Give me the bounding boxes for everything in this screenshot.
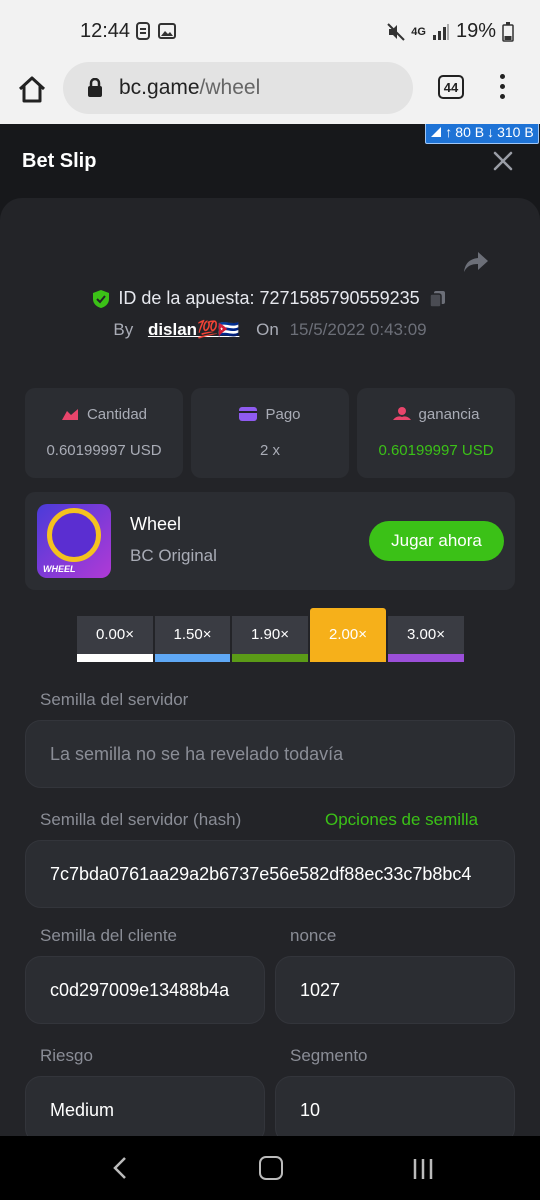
multiplier-label: 0.00× — [96, 626, 134, 643]
url-path: /wheel — [199, 76, 261, 99]
battery-icon — [502, 21, 514, 42]
download-arrow-icon: ↓ — [487, 124, 495, 140]
browser-toolbar: bc.game/wheel 44 — [0, 62, 540, 124]
signal-icon — [432, 23, 449, 40]
server-hash-label: Semilla del servidor (hash) — [40, 810, 242, 829]
server-seed-label: Semilla del servidor — [40, 690, 189, 709]
notification-icon — [136, 22, 150, 40]
server-seed-field[interactable] — [25, 720, 515, 788]
risk-label: Riesgo — [40, 1046, 93, 1065]
address-bar[interactable]: bc.game/wheel — [63, 62, 413, 114]
home-icon[interactable] — [16, 74, 48, 106]
stat-cantidad: Cantidad 0.60199997 USD — [25, 388, 183, 478]
stat-label: Cantidad — [86, 406, 148, 423]
seed-options-link[interactable]: Opciones de semilla — [325, 810, 478, 830]
game-name: Wheel — [130, 514, 182, 534]
home-nav-icon[interactable] — [259, 1156, 283, 1180]
url-text: bc.game/wheel — [119, 76, 260, 100]
copy-icon[interactable] — [428, 289, 448, 309]
bet-slip-title: Bet Slip — [22, 150, 97, 172]
status-right: 4G 19% — [387, 20, 514, 43]
lock-icon — [88, 78, 102, 97]
multiplier-tab[interactable]: 1.50× — [155, 616, 230, 662]
server-hash-field[interactable] — [25, 840, 515, 908]
multiplier-color-bar — [77, 654, 153, 662]
on-label: On — [256, 320, 279, 339]
status-bar: 12:44 4G 19% — [0, 0, 540, 62]
recent-apps-icon[interactable] — [412, 1158, 434, 1180]
multiplier-label: 3.00× — [407, 626, 445, 643]
client-seed-input[interactable] — [26, 957, 264, 1023]
more-menu-icon[interactable] — [496, 74, 508, 104]
segment-label: Segmento — [290, 1046, 368, 1065]
tab-switcher-button[interactable]: 44 — [438, 75, 464, 99]
profit-hand-icon — [392, 407, 411, 420]
stat-ganancia: ganancia 0.60199997 USD — [357, 388, 515, 478]
risk-field[interactable] — [25, 1076, 265, 1136]
game-info-row: WHEEL Wheel BC Original Jugar ahora — [25, 492, 515, 590]
system-nav-bar — [0, 1136, 540, 1200]
multiplier-tab-selected[interactable]: 2.00× — [310, 608, 386, 662]
stat-value: 0.60199997 USD — [46, 442, 162, 459]
segment-field[interactable] — [275, 1076, 515, 1136]
wheel-graphic — [47, 508, 101, 562]
stat-ganancia-label-row: ganancia — [357, 406, 515, 423]
battery-percent: 19% — [455, 20, 496, 42]
gallery-icon — [158, 23, 176, 39]
shield-check-icon — [93, 289, 110, 308]
client-seed-field[interactable] — [25, 956, 265, 1024]
back-icon[interactable] — [110, 1156, 130, 1180]
multiplier-color-bar — [310, 654, 386, 662]
url-domain: bc.game — [119, 76, 200, 99]
nonce-field[interactable] — [275, 956, 515, 1024]
stat-cantidad-label-row: Cantidad — [25, 406, 183, 423]
stat-value: 0.60199997 USD — [378, 442, 494, 459]
bet-author-row: By dislan💯🇨🇺 On 15/5/2022 0:43:09 — [0, 320, 540, 340]
download-speed: 310 B — [497, 124, 534, 140]
multiplier-tab[interactable]: 0.00× — [77, 616, 153, 662]
multiplier-color-bar — [155, 654, 230, 662]
bet-date: 15/5/2022 0:43:09 — [289, 320, 427, 339]
multiplier-tab[interactable]: 1.90× — [232, 616, 308, 662]
wager-icon — [61, 409, 78, 420]
stat-label: Pago — [265, 406, 301, 423]
close-icon[interactable] — [492, 150, 514, 172]
signal-triangle-icon — [431, 127, 442, 137]
user-link[interactable]: dislan💯🇨🇺 — [148, 320, 239, 339]
upload-speed: 80 B — [455, 124, 485, 140]
thumbnail-label: WHEEL — [43, 564, 76, 574]
game-provider: BC Original — [130, 546, 217, 565]
mute-icon — [387, 22, 405, 41]
stat-pago: Pago 2 x — [191, 388, 349, 478]
bet-slip-page: ↑ 80 B ↓ 310 B Bet Slip ID de la apuesta: … — [0, 124, 540, 1136]
multiplier-label: 1.50× — [173, 626, 212, 643]
status-time: 12:44 — [80, 20, 131, 42]
play-now-button[interactable]: Jugar ahora — [369, 521, 504, 561]
upload-arrow-icon: ↑ — [445, 124, 453, 140]
wheel-game-thumbnail[interactable]: WHEEL — [37, 504, 111, 578]
nonce-input[interactable] — [276, 957, 514, 1023]
stat-value: 2 x — [259, 442, 280, 459]
by-label: By — [113, 320, 134, 339]
server-hash-input[interactable] — [26, 841, 514, 907]
network-speed-badge: ↑ 80 B ↓ 310 B — [425, 124, 539, 144]
segment-input[interactable] — [276, 1077, 514, 1136]
risk-input[interactable] — [26, 1077, 264, 1136]
stat-pago-label-row: Pago — [191, 406, 349, 423]
multiplier-label: 1.90× — [251, 626, 289, 643]
server-seed-input[interactable] — [26, 721, 514, 787]
network-type: 4G — [411, 25, 426, 38]
bet-id-text: ID de la apuesta: 7271585790559235 — [118, 288, 420, 308]
client-seed-label: Semilla del cliente — [40, 926, 178, 945]
stat-label: ganancia — [418, 406, 480, 423]
share-icon[interactable] — [462, 250, 490, 274]
multiplier-label: 2.00× — [329, 626, 367, 643]
multiplier-tab[interactable]: 3.00× — [388, 616, 464, 662]
multiplier-color-bar — [232, 654, 308, 662]
bet-detail-card: ID de la apuesta: 7271585790559235 By di… — [0, 198, 540, 1136]
nonce-label: nonce — [290, 926, 337, 945]
bet-id-row: ID de la apuesta: 7271585790559235 — [0, 288, 540, 314]
wallet-icon — [239, 407, 258, 421]
multiplier-color-bar — [388, 654, 464, 662]
